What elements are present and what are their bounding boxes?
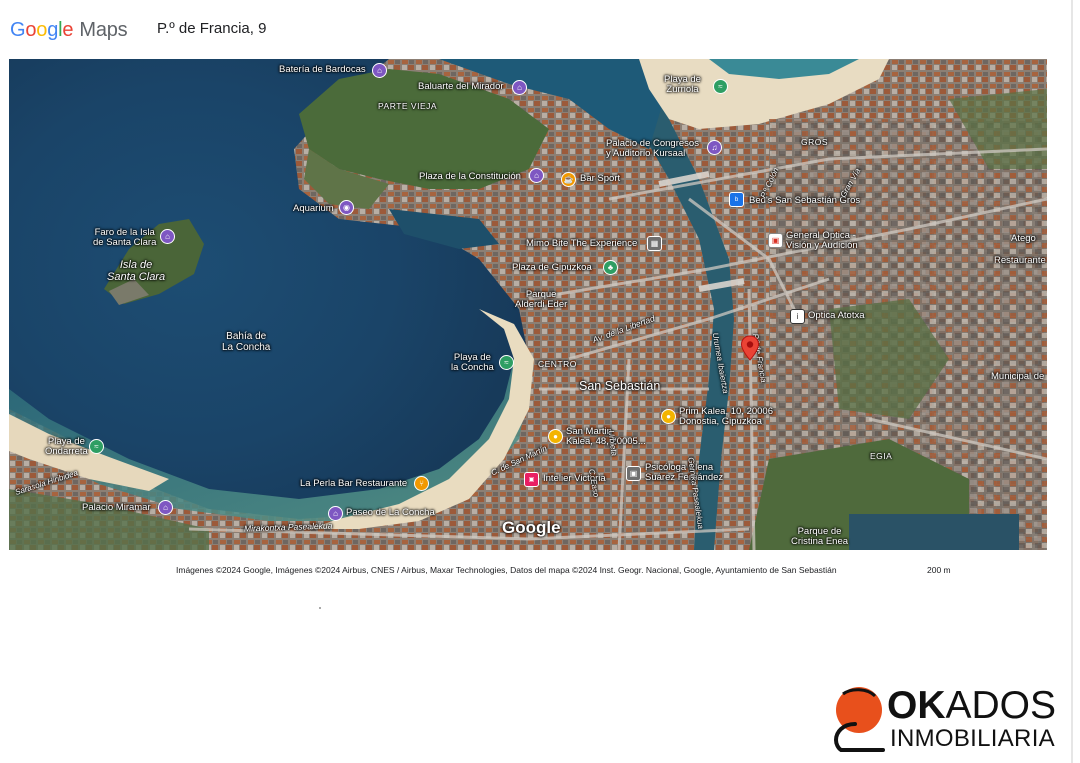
- landmark-icon[interactable]: ⌂: [512, 80, 527, 95]
- address-title: P.º de Francia, 9: [157, 20, 267, 37]
- map-label-zurriola[interactable]: Playa de Zurriola: [664, 75, 701, 95]
- aquarium-icon[interactable]: ◉: [339, 200, 354, 215]
- map-label-psicologa[interactable]: Psicóloga Elena Suárez Fernández: [645, 463, 723, 483]
- location-pin-icon[interactable]: [740, 335, 760, 361]
- store-icon[interactable]: ▣: [524, 472, 539, 487]
- lighthouse-icon[interactable]: ⌂: [160, 229, 175, 244]
- brand-ados: ADOS: [945, 684, 1057, 727]
- park-icon[interactable]: ♣: [603, 260, 618, 275]
- map-label-faro[interactable]: Faro de la Isla de Santa Clara: [93, 228, 156, 248]
- map-label-mimo[interactable]: Mimo Bite The Experience: [526, 239, 637, 249]
- okados-logo-mark-icon: [833, 687, 885, 752]
- map-label-bahia: Bahía de La Concha: [222, 331, 271, 353]
- beach-icon[interactable]: ≈: [89, 439, 104, 454]
- map-label-municipal[interactable]: Municipal de: [991, 372, 1044, 382]
- concert-hall-icon[interactable]: ♫: [707, 140, 722, 155]
- map-label-alderdi[interactable]: Parque Alderdi Eder: [515, 290, 567, 310]
- logo-letter: o: [25, 18, 37, 41]
- map-label-san-sebastian: San Sebastián: [579, 379, 661, 393]
- map-label-miramar[interactable]: Palacio Miramar: [82, 503, 151, 513]
- logo-letter: g: [47, 18, 59, 41]
- map-label-parte-vieja: PARTE VIEJA: [378, 101, 438, 111]
- map-label-paseo-concha[interactable]: Paseo de La Concha: [346, 508, 435, 518]
- scan-dot: [319, 607, 321, 609]
- map-scale: 200 m: [927, 565, 951, 575]
- okados-subtitle: INMOBILIARIA: [890, 725, 1055, 752]
- info-icon[interactable]: i: [790, 309, 805, 324]
- bar-icon[interactable]: ☕: [561, 172, 576, 187]
- google-logo-watermark: Google: [502, 518, 561, 537]
- logo-letter: o: [36, 18, 48, 41]
- palace-icon[interactable]: ⌂: [158, 500, 173, 515]
- map-label-centro: CENTRO: [538, 359, 577, 369]
- landmark-icon[interactable]: ⌂: [529, 168, 544, 183]
- google-maps-logo[interactable]: Google Maps: [10, 18, 128, 42]
- place-icon[interactable]: ●: [661, 409, 676, 424]
- logo-maps-word: Maps: [79, 18, 128, 41]
- map-label-bar-sport[interactable]: Bar Sport: [580, 174, 620, 184]
- map-attribution: Imágenes ©2024 Google, Imágenes ©2024 Ai…: [176, 565, 837, 575]
- office-icon[interactable]: ▣: [626, 466, 641, 481]
- map-label-ondarreta[interactable]: Playa de Ondarreta: [45, 437, 88, 457]
- okados-logo: OKADOS INMOBILIARIA: [833, 686, 1073, 756]
- map-label-playa-concha[interactable]: Playa de la Concha: [451, 353, 494, 373]
- map-label-egia: EGIA: [870, 451, 893, 461]
- map-label-kursaal[interactable]: Palacio de Congresos y Auditorio Kursaal: [606, 139, 699, 159]
- map-label-parque-cristina[interactable]: Parque de Cristina Enea: [791, 527, 848, 547]
- okados-wordmark: OKADOS: [887, 686, 1056, 726]
- map-label-optica-atotxa[interactable]: Optica Atotxa: [808, 311, 865, 321]
- place-icon[interactable]: ●: [548, 429, 563, 444]
- map-label-atego[interactable]: Atego: [1011, 234, 1036, 244]
- map-label-perla[interactable]: La Perla Bar Restaurante: [300, 479, 407, 489]
- logo-letter: e: [62, 18, 74, 41]
- map-label-isla: Isla de Santa Clara: [107, 259, 166, 283]
- map-label-gros: GROS: [801, 137, 829, 147]
- map-label-restaurante[interactable]: Restaurante: [994, 256, 1046, 266]
- landmark-icon[interactable]: ⌂: [328, 506, 343, 521]
- map-label-constitucion[interactable]: Plaza de la Constitución: [419, 172, 521, 182]
- restaurant-icon[interactable]: ⑂: [414, 476, 429, 491]
- map-label-gipuzkoa[interactable]: Plaza de Gipuzkoa: [512, 263, 592, 273]
- map-label-aquarium[interactable]: Aquarium: [293, 204, 334, 214]
- shop-icon[interactable]: ▣: [768, 233, 783, 248]
- satellite-map[interactable]: Batería de Bardocas ⌂ Baluarte del Mirad…: [9, 59, 1047, 550]
- beach-icon[interactable]: ≈: [713, 79, 728, 94]
- map-label-prim[interactable]: Prim Kalea, 10, 20006 Donostia, Gipuzkoa: [679, 407, 773, 427]
- map-label-baluarte[interactable]: Baluarte del Mirador: [418, 82, 504, 92]
- map-label-bateria[interactable]: Batería de Bardocas: [279, 65, 366, 75]
- landmark-icon[interactable]: ⌂: [372, 63, 387, 78]
- hotel-icon[interactable]: b: [729, 192, 744, 207]
- header: Google Maps: [10, 14, 128, 46]
- logo-letter: G: [10, 18, 26, 41]
- map-label-general-optica[interactable]: General Optica - Visión y Audición: [786, 231, 858, 251]
- beach-icon[interactable]: ≈: [499, 355, 514, 370]
- school-icon[interactable]: ▦: [647, 236, 662, 251]
- page-edge: [1071, 0, 1073, 763]
- brand-ok: OK: [887, 684, 946, 727]
